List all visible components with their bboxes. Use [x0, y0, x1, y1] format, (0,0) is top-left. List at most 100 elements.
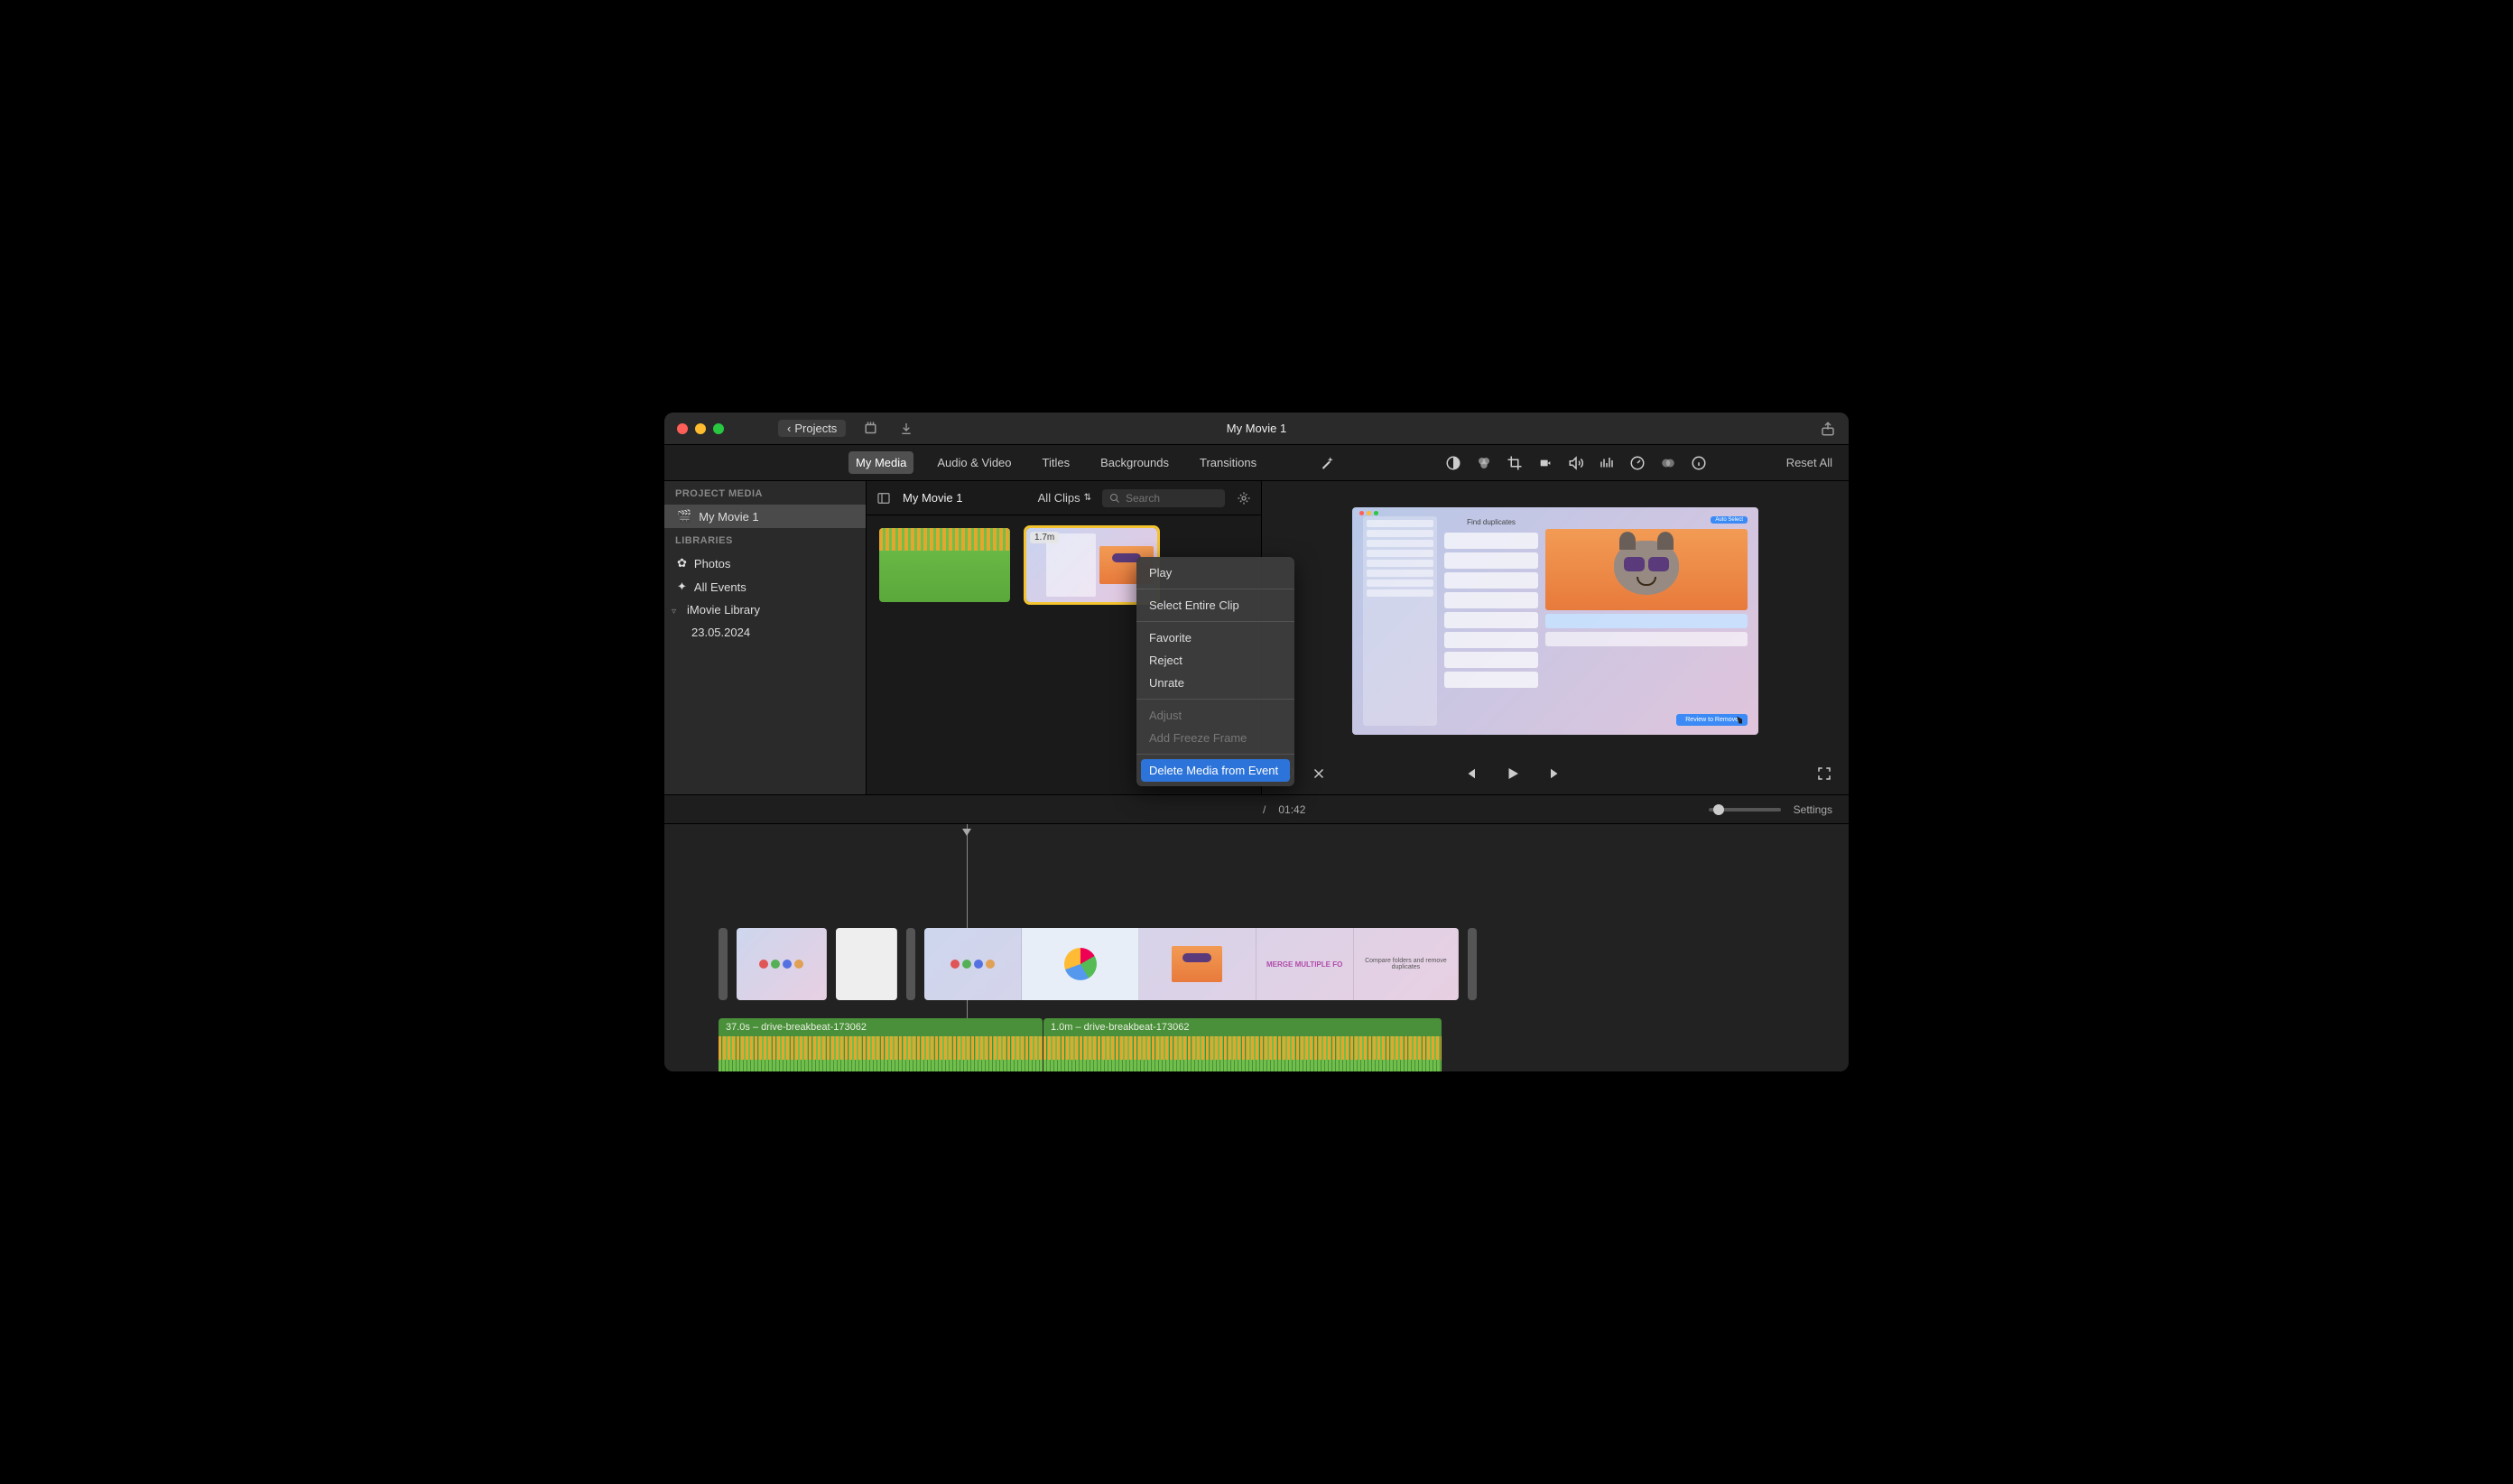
browser-body: 1.7m Play Select Entire Clip Favorite Re…	[867, 515, 1261, 794]
search-input[interactable]	[1126, 492, 1218, 505]
all-events-label: All Events	[694, 580, 746, 594]
info-icon[interactable]	[1691, 455, 1707, 471]
play-icon[interactable]	[1505, 765, 1521, 782]
star-icon: ✦	[677, 580, 687, 594]
clip-handle[interactable]	[1468, 928, 1477, 1000]
preview-frame: Find duplicates Auto Select	[1352, 507, 1758, 735]
compare-frame: Compare folders and remove duplicates	[1354, 928, 1459, 1000]
timeline-clip-1[interactable]	[737, 928, 827, 1000]
timeline-clip-2[interactable]	[836, 928, 897, 1000]
ctx-select-entire[interactable]: Select Entire Clip	[1136, 594, 1294, 617]
settings-button[interactable]: Settings	[1794, 803, 1832, 816]
share-icon[interactable]	[1820, 421, 1836, 437]
ctx-reject[interactable]: Reject	[1136, 649, 1294, 672]
reset-all-button[interactable]: Reset All	[1786, 456, 1832, 469]
gear-icon[interactable]	[1236, 490, 1252, 506]
titlebar: ‹ Projects My Movie 1	[664, 413, 1849, 445]
sidebar: PROJECT MEDIA 🎬 My Movie 1 LIBRARIES ✿ P…	[664, 481, 867, 794]
merge-frame: MERGE MULTIPLE FO	[1256, 928, 1354, 1000]
library-date-label: 23.05.2024	[691, 626, 750, 639]
time-sep: /	[1263, 803, 1266, 816]
tab-titles[interactable]: Titles	[1035, 451, 1078, 474]
app-window: ‹ Projects My Movie 1 My Media Audio & V…	[664, 413, 1849, 1071]
filter-icon[interactable]	[1660, 455, 1676, 471]
updown-icon: ⇅	[1084, 493, 1091, 503]
color-balance-icon[interactable]	[1445, 455, 1461, 471]
audio-label-2: 1.0m – drive-breakbeat-173062	[1051, 1022, 1189, 1033]
reject-icon[interactable]	[1311, 765, 1327, 782]
viewer: Find duplicates Auto Select	[1262, 481, 1849, 794]
audio-clip-1[interactable]: 37.0s – drive-breakbeat-173062	[719, 1018, 1043, 1071]
preview-title: Find duplicates	[1444, 516, 1538, 529]
context-menu: Play Select Entire Clip Favorite Reject …	[1136, 557, 1294, 786]
filter-dropdown[interactable]: All Clips ⇅	[1038, 491, 1091, 505]
import-icon[interactable]	[864, 421, 880, 437]
crop-icon[interactable]	[1507, 455, 1523, 471]
preview-list: Find duplicates	[1444, 516, 1538, 726]
sidebar-item-photos[interactable]: ✿ Photos	[664, 552, 866, 575]
magic-wand-icon[interactable]	[1319, 455, 1335, 471]
tabs-bar: My Media Audio & Video Titles Background…	[664, 445, 1849, 481]
color-correct-icon[interactable]	[1476, 455, 1492, 471]
tab-my-media[interactable]: My Media	[848, 451, 913, 474]
zoom-slider[interactable]	[1709, 808, 1781, 812]
tab-audio-video[interactable]: Audio & Video	[930, 451, 1018, 474]
window-title: My Movie 1	[1227, 422, 1286, 435]
ctx-unrate[interactable]: Unrate	[1136, 672, 1294, 694]
project-media-header: PROJECT MEDIA	[664, 481, 866, 505]
ctx-freeze: Add Freeze Frame	[1136, 727, 1294, 749]
clip-handle[interactable]	[719, 928, 728, 1000]
audio-label-1: 37.0s – drive-breakbeat-173062	[726, 1022, 867, 1033]
clip-handle[interactable]	[906, 928, 915, 1000]
sidebar-item-project[interactable]: 🎬 My Movie 1	[664, 505, 866, 528]
time-total: 01:42	[1278, 803, 1305, 816]
tab-backgrounds[interactable]: Backgrounds	[1093, 451, 1176, 474]
ctx-adjust: Adjust	[1136, 704, 1294, 727]
viewer-tools-left	[1319, 455, 1335, 471]
stabilize-icon[interactable]	[1537, 455, 1553, 471]
zoom-window[interactable]	[713, 423, 724, 434]
sidebar-item-imovie-library[interactable]: iMovie Library	[664, 598, 866, 621]
prev-icon[interactable]	[1461, 765, 1478, 782]
preview-sidebar	[1363, 516, 1437, 726]
ctx-favorite[interactable]: Favorite	[1136, 626, 1294, 649]
autoselect-badge: Auto Select	[1711, 516, 1748, 524]
audio-clip-2[interactable]: 1.0m – drive-breakbeat-173062	[1043, 1018, 1442, 1071]
chevron-down-icon	[672, 603, 680, 617]
speed-icon[interactable]	[1629, 455, 1646, 471]
search-icon	[1109, 493, 1120, 504]
timeline-clip-3[interactable]: MERGE MULTIPLE FO Compare folders and re…	[924, 928, 1459, 1000]
close-window[interactable]	[677, 423, 688, 434]
search-box[interactable]	[1102, 489, 1225, 507]
review-button: Review to Remove	[1676, 714, 1748, 726]
tab-transitions[interactable]: Transitions	[1192, 451, 1264, 474]
media-browser: My Movie 1 All Clips ⇅	[867, 481, 1262, 794]
sidebar-item-all-events[interactable]: ✦ All Events	[664, 575, 866, 598]
viewer-tools	[1445, 455, 1707, 471]
volume-icon[interactable]	[1568, 455, 1584, 471]
sidebar-item-library-date[interactable]: 23.05.2024	[664, 621, 866, 644]
next-icon[interactable]	[1548, 765, 1564, 782]
minimize-window[interactable]	[695, 423, 706, 434]
sidebar-toggle-icon[interactable]	[876, 490, 892, 506]
equalizer-icon[interactable]	[1599, 455, 1615, 471]
chevron-left-icon: ‹	[787, 422, 791, 435]
timeline[interactable]: MERGE MULTIPLE FO Compare folders and re…	[664, 824, 1849, 1071]
audio-clip-1[interactable]	[879, 528, 1010, 602]
download-icon[interactable]	[898, 421, 914, 437]
viewer-controls	[1262, 760, 1849, 794]
photos-label: Photos	[694, 557, 730, 570]
timecode-bar: / 01:42 Settings	[664, 795, 1849, 824]
fullscreen-icon[interactable]	[1816, 765, 1832, 782]
viewer-canvas: Find duplicates Auto Select	[1262, 481, 1849, 760]
mid-section: PROJECT MEDIA 🎬 My Movie 1 LIBRARIES ✿ P…	[664, 481, 1849, 795]
video-track: MERGE MULTIPLE FO Compare folders and re…	[719, 928, 1477, 1000]
preview-detail: Auto Select	[1545, 516, 1748, 726]
raccoon-image	[1545, 529, 1748, 610]
audio-track: 37.0s – drive-breakbeat-173062 1.0m – dr…	[719, 1018, 1442, 1071]
browser-header: My Movie 1 All Clips ⇅	[867, 481, 1261, 515]
libraries-header: LIBRARIES	[664, 528, 866, 552]
ctx-play[interactable]: Play	[1136, 561, 1294, 584]
back-to-projects-button[interactable]: ‹ Projects	[778, 420, 846, 437]
ctx-delete-media[interactable]: Delete Media from Event	[1141, 759, 1290, 782]
